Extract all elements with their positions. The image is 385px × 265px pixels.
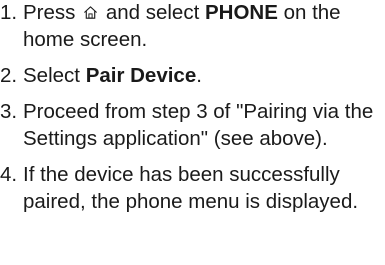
home-icon xyxy=(84,6,98,19)
instruction-steps: 1. Press and select PHONE on the home sc… xyxy=(0,0,380,224)
phone-keyword: PHONE xyxy=(204,1,278,24)
step-text: Press and select PHONE on the home scree… xyxy=(23,1,341,51)
step-text: If the device has been successfully pair… xyxy=(23,163,359,213)
step-2: 2. Select Pair Device. xyxy=(0,62,380,89)
step-text: Proceed from step 3 of "Pairing via the … xyxy=(23,100,374,150)
step-number: 1. xyxy=(0,1,18,24)
step-3: 3. Proceed from step 3 of "Pairing via t… xyxy=(0,98,380,152)
step-number: 2. xyxy=(0,64,18,87)
pair-device-keyword: Pair Device xyxy=(85,64,197,87)
step-4: 4. If the device has been successfully p… xyxy=(0,161,380,215)
step-number: 4. xyxy=(0,163,18,186)
step-text: Select Pair Device. xyxy=(23,64,202,87)
step-number: 3. xyxy=(0,100,18,123)
step-1: 1. Press and select PHONE on the home sc… xyxy=(0,0,380,53)
